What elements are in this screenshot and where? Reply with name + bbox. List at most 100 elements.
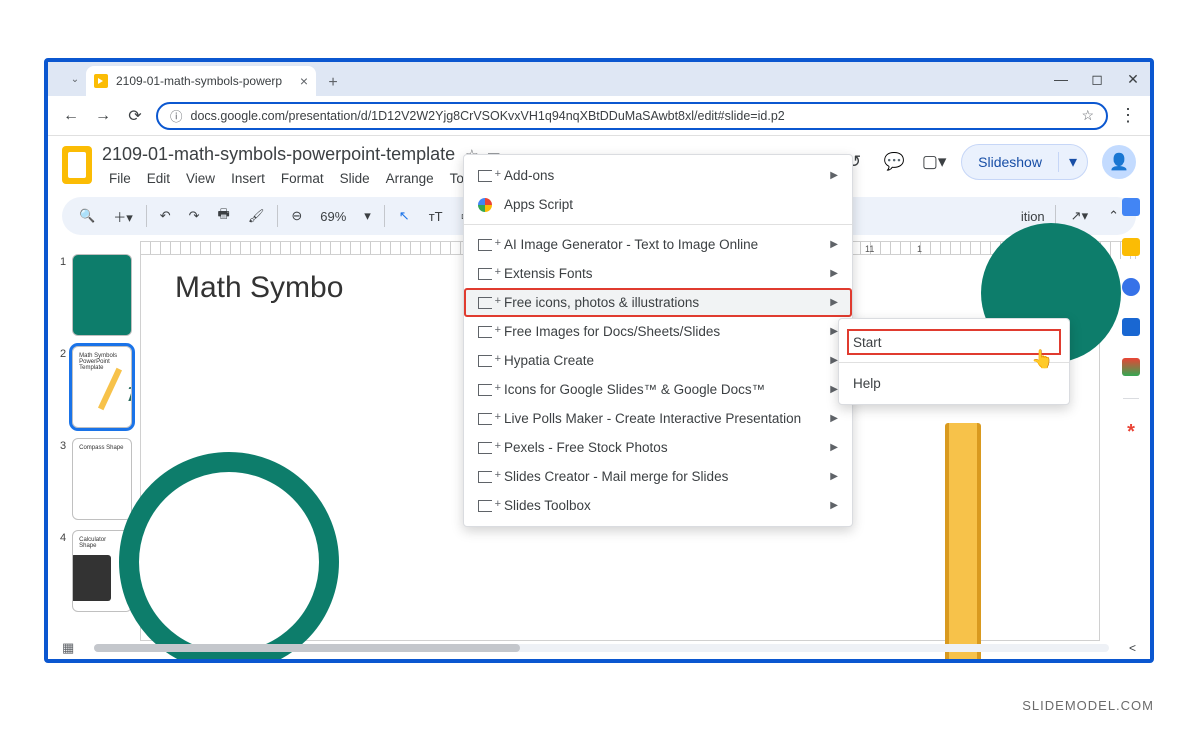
ext-item[interactable]: Pexels - Free Stock Photos▶: [464, 433, 852, 462]
comments-icon[interactable]: 💬: [881, 149, 907, 175]
address-bar[interactable]: ⓘ docs.google.com/presentation/d/1D12V2W…: [156, 102, 1108, 130]
pointer-mode-icon[interactable]: ↗▾: [1066, 205, 1093, 227]
ext-free-icons[interactable]: Free icons, photos & illustrations▶: [464, 288, 852, 317]
bookmark-star-icon[interactable]: ☆: [1081, 107, 1094, 124]
window-maximize-button[interactable]: ◻: [1088, 71, 1106, 88]
puzzle-icon: [478, 239, 492, 251]
grid-view-icon[interactable]: ▦: [62, 640, 74, 656]
slideshow-button[interactable]: Slideshow ▾: [961, 144, 1088, 180]
slideshow-dropdown-icon[interactable]: ▾: [1058, 152, 1087, 172]
slideshow-label: Slideshow: [962, 154, 1058, 170]
ext-addons[interactable]: Add-ons ▶: [464, 161, 852, 190]
paint-format-icon[interactable]: 🖌: [243, 205, 270, 227]
thumb-number: 4: [60, 530, 66, 612]
browser-tab[interactable]: 2109-01-math-symbols-powerp ×: [86, 66, 316, 96]
ext-item[interactable]: AI Image Generator - Text to Image Onlin…: [464, 230, 852, 259]
nav-back-icon[interactable]: ←: [60, 107, 82, 125]
redo-icon[interactable]: ↷: [184, 205, 205, 227]
menu-insert[interactable]: Insert: [224, 168, 272, 189]
submenu-arrow-icon: ▶: [830, 170, 838, 181]
zoom-level[interactable]: 69%: [315, 206, 351, 227]
browser-menu-icon[interactable]: ⋮: [1118, 105, 1138, 126]
document-title[interactable]: 2109-01-math-symbols-powerpoint-template: [102, 144, 455, 165]
calendar-icon[interactable]: [1122, 198, 1140, 216]
puzzle-icon: [478, 471, 492, 483]
new-slide-button[interactable]: ＋▾: [108, 204, 138, 229]
puzzle-icon: [478, 326, 492, 338]
nav-forward-icon[interactable]: →: [92, 107, 114, 125]
pencil-graphic: [945, 423, 981, 663]
google-slides-app: 2109-01-math-symbols-powerpoint-template…: [48, 136, 1150, 659]
ext-item[interactable]: Live Polls Maker - Create Interactive Pr…: [464, 404, 852, 433]
thumb-number: 3: [60, 438, 66, 520]
bottom-bar: ▦ <: [62, 641, 1136, 655]
browser-nav-bar: ← → ⟳ ⓘ docs.google.com/presentation/d/1…: [48, 96, 1150, 136]
explore-chevron-icon[interactable]: <: [1129, 641, 1136, 655]
tab-strip: ⌄ 2109-01-math-symbols-powerp × + — ◻ ✕: [48, 62, 1150, 96]
ext-item[interactable]: Hypatia Create▶: [464, 346, 852, 375]
tab-close-icon[interactable]: ×: [300, 73, 308, 89]
puzzle-icon: [478, 268, 492, 280]
undo-icon[interactable]: ↶: [155, 205, 176, 227]
side-panel: *: [1116, 198, 1146, 444]
thumb-number: 1: [60, 254, 66, 336]
submenu-help[interactable]: Help: [839, 368, 1069, 398]
ext-apps-script[interactable]: Apps Script: [464, 190, 852, 219]
maps-icon[interactable]: [1122, 358, 1140, 376]
menu-file[interactable]: File: [102, 168, 138, 189]
transition-label-fragment[interactable]: ition: [1021, 209, 1045, 224]
thumb-number: 2: [60, 346, 66, 428]
ext-item[interactable]: Slides Creator - Mail merge for Slides▶: [464, 462, 852, 491]
keep-icon[interactable]: [1122, 238, 1140, 256]
share-button[interactable]: 👤: [1102, 145, 1136, 179]
ext-item[interactable]: Free Images for Docs/Sheets/Slides▶: [464, 317, 852, 346]
tab-drag-handle[interactable]: ⌄: [68, 74, 82, 85]
addon-sidebar-icon[interactable]: *: [1127, 421, 1135, 444]
ext-item[interactable]: Slides Toolbox▶: [464, 491, 852, 520]
menu-slide[interactable]: Slide: [333, 168, 377, 189]
ext-item[interactable]: Extensis Fonts▶: [464, 259, 852, 288]
slide-thumb-1[interactable]: Math Symbols: [72, 254, 132, 336]
url-text: docs.google.com/presentation/d/1D12V2W2Y…: [191, 109, 1074, 123]
contacts-icon[interactable]: [1122, 318, 1140, 336]
ruler-tick: 1: [917, 244, 922, 254]
zoom-out-icon[interactable]: ⊖: [286, 205, 307, 227]
puzzle-icon: [478, 297, 492, 309]
meet-icon[interactable]: ▢▾: [921, 149, 947, 175]
menu-arrange[interactable]: Arrange: [379, 168, 441, 189]
window-close-button[interactable]: ✕: [1124, 71, 1142, 88]
ext-item[interactable]: Icons for Google Slides™ & Google Docs™▶: [464, 375, 852, 404]
extensions-menu: Add-ons ▶ Apps Script AI Image Generator…: [463, 154, 853, 527]
nav-reload-icon[interactable]: ⟳: [124, 106, 146, 126]
puzzle-icon: [478, 500, 492, 512]
slide-thumb-2[interactable]: Math Symbols PowerPoint Template π: [72, 346, 132, 428]
slide-thumb-3[interactable]: Compass Shape 𝛬: [72, 438, 132, 520]
slides-logo-icon[interactable]: [62, 146, 92, 184]
ruler-tick: 11: [865, 244, 874, 254]
decorative-shape: [119, 452, 339, 663]
browser-window: ⌄ 2109-01-math-symbols-powerp × + — ◻ ✕ …: [44, 58, 1154, 663]
menu-format[interactable]: Format: [274, 168, 331, 189]
new-tab-button[interactable]: +: [320, 70, 346, 96]
print-icon[interactable]: 🖶: [213, 202, 235, 230]
puzzle-icon: [478, 413, 492, 425]
menu-view[interactable]: View: [179, 168, 222, 189]
select-tool-icon[interactable]: ↖: [393, 204, 416, 228]
zoom-dropdown-icon[interactable]: ▾: [359, 205, 376, 227]
menu-edit[interactable]: Edit: [140, 168, 177, 189]
text-box-icon[interactable]: ᴛT: [424, 206, 448, 227]
tab-title: 2109-01-math-symbols-powerp: [116, 74, 292, 88]
search-menus-icon[interactable]: 🔍: [74, 205, 100, 227]
site-info-icon[interactable]: ⓘ: [170, 106, 183, 125]
apps-script-icon: [478, 198, 492, 212]
puzzle-icon: [478, 170, 492, 182]
menu-separator: [464, 224, 852, 225]
horizontal-scrollbar[interactable]: [94, 644, 1109, 652]
slide-title-text[interactable]: Math Symbo: [175, 271, 343, 305]
window-minimize-button[interactable]: —: [1052, 71, 1070, 87]
tasks-icon[interactable]: [1122, 278, 1140, 296]
puzzle-icon: [478, 442, 492, 454]
watermark-text: SLIDEMODEL.COM: [1022, 698, 1154, 713]
mouse-cursor-icon: 👆: [1031, 349, 1053, 370]
puzzle-icon: [478, 355, 492, 367]
